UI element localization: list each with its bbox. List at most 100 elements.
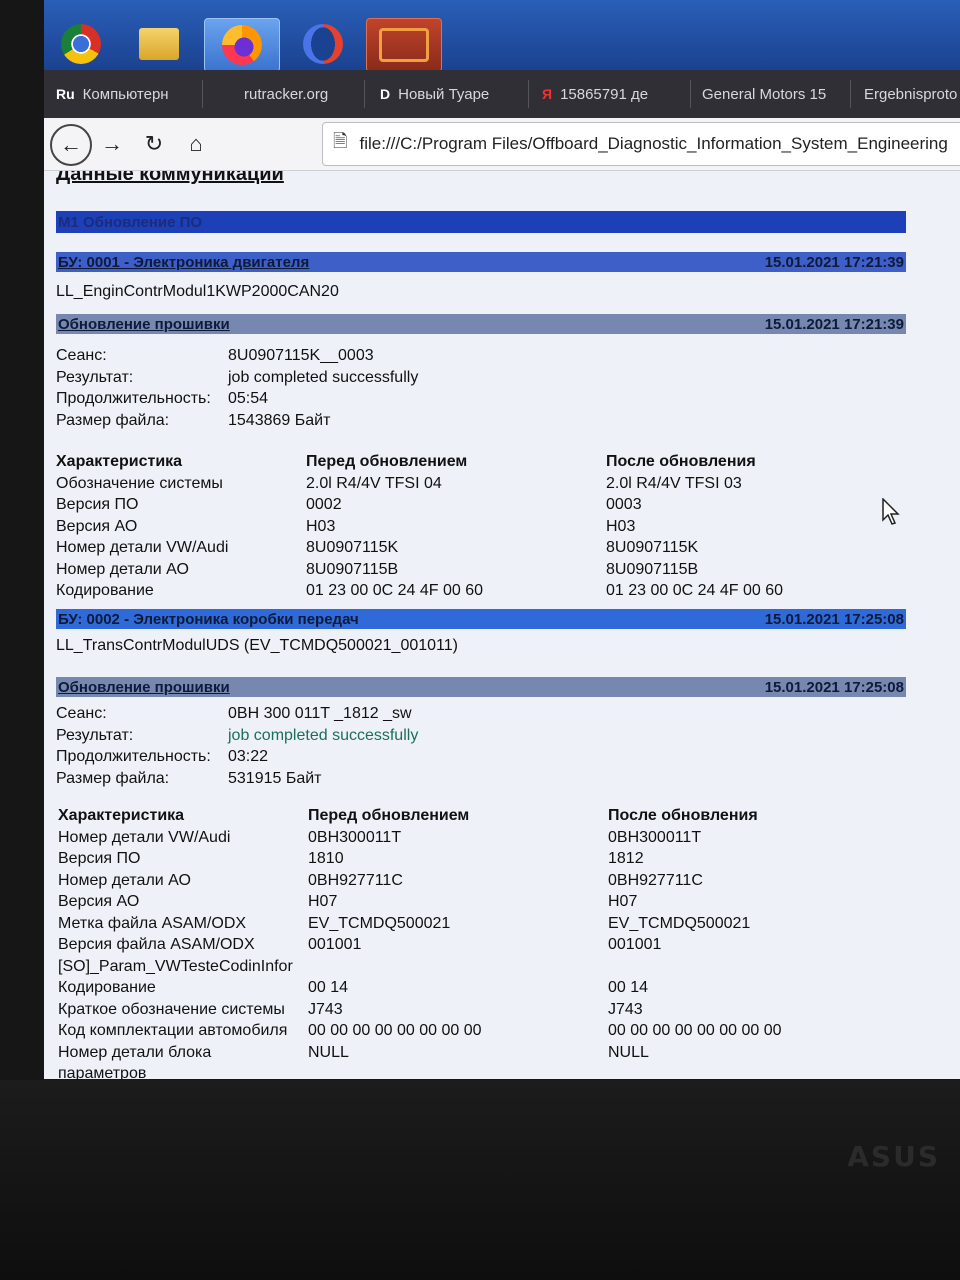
table-row: [SO]_Param_VWTesteCodinInfor — [58, 956, 868, 978]
table-cell: H03 — [606, 517, 636, 535]
table-cell: Номер детали VW/Audi — [56, 539, 229, 556]
table-cell: Обозначение системы — [56, 474, 223, 492]
table-row: Метка файла ASAM/ODX EV_TCMDQ500021 EV_TCM… — [58, 913, 868, 935]
table-cell: J743 — [308, 1000, 343, 1018]
kv-row: Результат: job completed successfully — [56, 367, 418, 389]
table-row: Номер детали АО 8U0907115B 8U0907115B — [56, 559, 866, 581]
taskbar-explorer-button[interactable] — [122, 18, 196, 70]
forward-button[interactable]: → — [94, 126, 130, 162]
table-cell: 0BH927711C — [608, 871, 703, 889]
kv-value: 03:22 — [228, 748, 269, 765]
odis-engine-icon — [379, 28, 429, 62]
explorer-folder-icon — [139, 28, 179, 60]
reload-icon: ↻ — [144, 131, 164, 156]
tab-divider — [528, 80, 529, 108]
kv-key: Размер файла: — [56, 411, 170, 429]
table-cell: Номер детали VW/Audi — [58, 828, 231, 846]
tab-yandex[interactable]: Я 15865791 де — [542, 70, 682, 118]
table-cell: [SO]_Param_VWTesteCodinInfor — [58, 957, 293, 975]
kv-key: Продолжительность: — [56, 390, 211, 407]
table-cell: 0003 — [606, 496, 642, 513]
table-cell: 0BH927711C — [308, 871, 403, 889]
monitor-brand-logo: ASUS — [847, 1140, 940, 1173]
table-cell: 0BH300011T — [608, 828, 702, 846]
characteristics-table: Характеристика Перед обновлением После о… — [56, 451, 866, 602]
kv-value: 05:54 — [228, 390, 269, 407]
tab-favicon: Ru — [56, 86, 75, 102]
table-cell: Номер детали АО — [58, 871, 191, 889]
arrow-right-icon: → — [101, 131, 123, 156]
header-cell: Характеристика — [58, 807, 185, 824]
tab-label: 15865791 де — [560, 85, 649, 103]
table-cell: 01 23 00 0C 24 4F 00 60 — [306, 582, 484, 599]
taskbar — [44, 0, 960, 72]
table-cell: 001001 — [608, 936, 662, 953]
kv-row: Продолжительность: 03:22 — [56, 746, 418, 768]
kv-row: Сеанс: 0BH 300 011T _1812 _sw — [56, 703, 418, 725]
kv-key: Сеанс: — [56, 705, 107, 722]
section-bar: M1 Обновление ПО — [56, 211, 906, 233]
tab-general-motors[interactable]: General Motors 15 — [702, 70, 842, 118]
table-row: Кодирование 01 23 00 0C 24 4F 00 60 01 23 … — [56, 580, 866, 602]
table-row: Версия ПО 0002 0003 — [56, 494, 866, 516]
taskbar-opera-button[interactable] — [286, 18, 360, 70]
table-row: Номер детали VW/Audi 0BH300011T 0BH300011T — [58, 827, 868, 849]
back-button[interactable]: ← — [50, 124, 92, 166]
header-cell: После обновления — [606, 453, 756, 470]
header-cell: Характеристика — [56, 453, 183, 470]
firefox-icon — [222, 25, 262, 65]
session-info: Сеанс: 8U0907115K__0003 Результат: job com… — [56, 345, 418, 431]
tab-rutracker[interactable]: rutracker.org — [244, 70, 364, 118]
taskbar-chrome-button[interactable] — [44, 18, 118, 70]
firmware-update-time: 15.01.2021 17:21:39 — [764, 315, 904, 333]
table-cell: H03 — [306, 517, 336, 535]
table-cell: 1810 — [308, 850, 344, 867]
table-cell: NULL — [608, 1043, 649, 1061]
control-unit-time: 15.01.2021 17:25:08 — [764, 610, 904, 628]
table-cell: Версия ПО — [58, 850, 141, 867]
home-button[interactable]: ⌂ — [178, 126, 214, 162]
table-cell: 00 14 — [308, 979, 349, 996]
tab-ergebnisprotokoll[interactable]: Ergebnisproto — [864, 70, 960, 118]
table-row: Номер детали АО 0BH927711C 0BH927711C — [58, 870, 868, 892]
table-cell: EV_TCMDQ500021 — [608, 914, 751, 932]
kv-row: Размер файла: 531915 Байт — [56, 768, 418, 790]
tab-label: Компьютерн — [82, 85, 169, 103]
taskbar-odis-button[interactable] — [366, 18, 442, 72]
table-cell: NULL — [308, 1043, 349, 1061]
chrome-icon — [61, 24, 101, 64]
table-cell: 0BH300011T — [308, 828, 402, 846]
tab-favicon: D — [380, 86, 391, 102]
control-unit-time: 15.01.2021 17:21:39 — [764, 253, 904, 271]
module-name: LL_EnginContrModul1KWP2000CAN20 — [56, 283, 339, 300]
header-cell: Перед обновлением — [308, 807, 470, 824]
control-unit-label: БУ: 0002 - Электроника коробки передач — [58, 610, 359, 628]
table-cell: Кодирование — [58, 979, 156, 996]
taskbar-firefox-button[interactable] — [204, 18, 280, 72]
table-cell — [608, 956, 868, 978]
url-bar[interactable]: 🗎 file:///C:/Program Files/Offboard_Diag… — [322, 122, 960, 166]
table-cell: 8U0907115K — [606, 539, 699, 556]
table-cell: Версия АО — [58, 893, 140, 910]
characteristics-table: Характеристика Перед обновлением После о… — [58, 805, 868, 1079]
tab-favicon: Я — [542, 86, 553, 102]
kv-key: Результат: — [56, 726, 134, 744]
tab-computer[interactable]: Ru Компьютерн — [56, 70, 196, 118]
reload-button[interactable]: ↻ — [136, 126, 172, 162]
kv-key: Результат: — [56, 368, 134, 386]
table-cell: параметров — [58, 1065, 147, 1079]
table-cell: Версия АО — [56, 517, 138, 535]
table-header: Характеристика Перед обновлением После о… — [58, 805, 868, 827]
table-row: Краткое обозначение системы J743 J743 — [58, 999, 868, 1021]
firmware-update-bar: Обновление прошивки 15.01.2021 17:25:08 — [56, 677, 906, 697]
tab-label: Ergebnisproto — [864, 85, 958, 103]
table-cell: 00 14 — [608, 979, 649, 996]
tab-label: Новый Туаре — [398, 85, 490, 103]
tab-touareg[interactable]: D Новый Туаре — [380, 70, 520, 118]
table-cell: 8U0907115B — [306, 560, 399, 578]
table-row: Кодирование 00 14 00 14 — [58, 977, 868, 999]
table-cell: 8U0907115B — [606, 560, 699, 578]
table-cell: 00 00 00 00 00 00 00 00 — [608, 1022, 782, 1039]
tab-divider — [850, 80, 851, 108]
table-row: Версия АО H07 H07 — [58, 891, 868, 913]
